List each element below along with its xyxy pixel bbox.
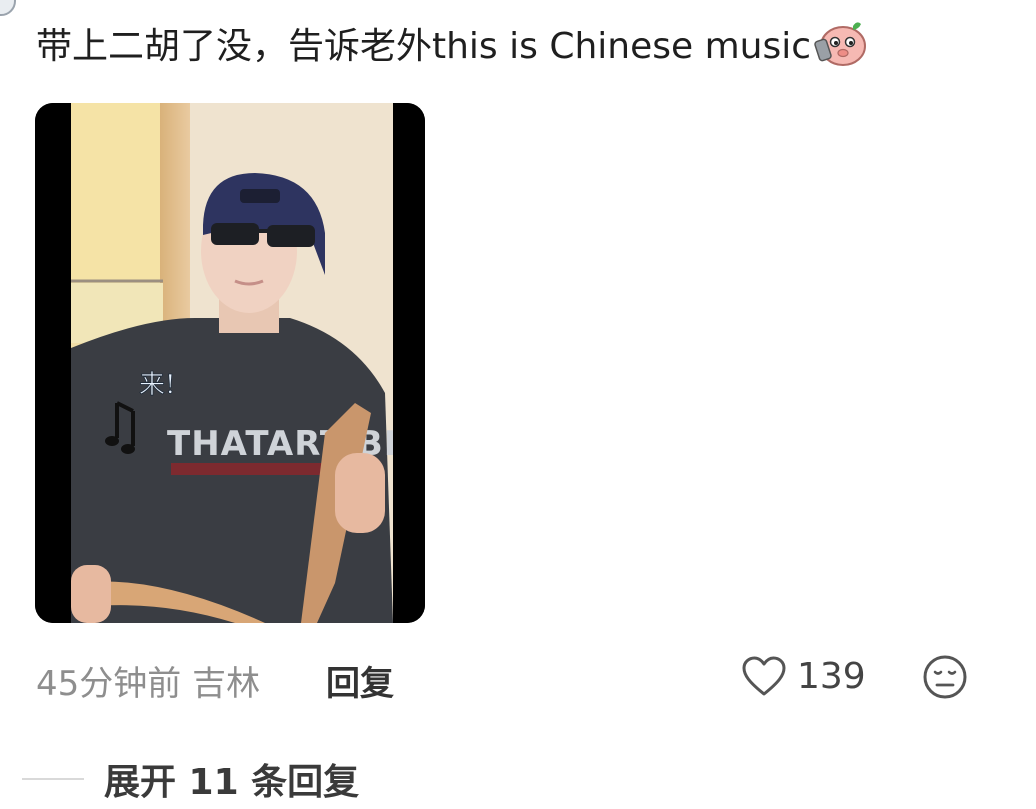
like-count: 139 [797,655,866,697]
video-frame: THATART BLACKLAN 来! [35,103,425,623]
reply-button[interactable]: 回复 [326,656,394,705]
comment-text: 带上二胡了没，告诉老外this is Chinese music [36,26,812,67]
avatar[interactable] [0,0,16,16]
video-thumbnail[interactable]: THATART BLACKLAN 来! [35,103,425,623]
comment-meta-row: 45分钟前 吉林 回复 139 [36,650,976,705]
expand-replies-button[interactable]: 展开 11 条回复 [22,752,359,806]
divider-line [22,778,84,780]
like-button[interactable]: 139 [741,650,866,702]
neutral-face-icon[interactable] [922,654,968,700]
pig-face-sticker-icon [814,22,867,66]
time-location-label: 45分钟前 吉林 [36,664,261,704]
comment-body: 带上二胡了没，告诉老外this is Chinese music [36,18,1026,75]
expand-replies-label: 展开 11 条回复 [104,762,360,803]
shirt-print-text: THATART BLACKLAN [167,424,425,464]
overlay-text: 来! [139,370,175,400]
heart-outline-icon [742,656,786,696]
